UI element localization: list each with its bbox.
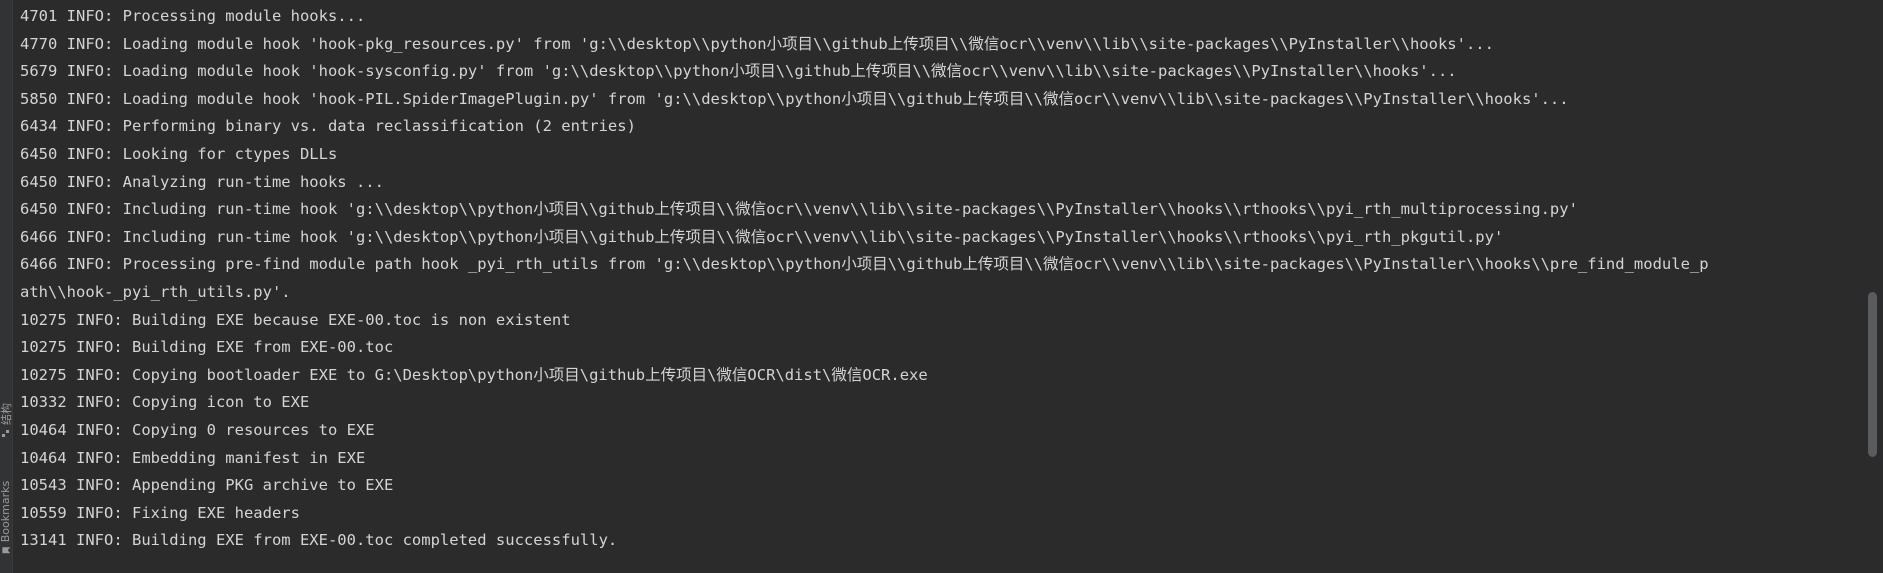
console-line: 13141 INFO: Building EXE from EXE-00.toc…: [20, 531, 618, 550]
console-output[interactable]: 4701 INFO: Processing module hooks... 477…: [20, 3, 1863, 568]
console-line: 10559 INFO: Fixing EXE headers: [20, 503, 300, 522]
console-line: 4701 INFO: Processing module hooks...: [20, 7, 366, 25]
ide-window: 结构 Bookmarks 4701 INFO: Processing modul…: [0, 0, 1883, 573]
console-line: 6450 INFO: Including run-time hook 'g:\\…: [20, 200, 1578, 219]
structure-tool-tab[interactable]: 结构: [0, 390, 13, 450]
structure-tab-label: 结构: [0, 403, 13, 425]
console-line: 6450 INFO: Looking for ctypes DLLs: [20, 144, 338, 163]
console-line: 6466 INFO: Including run-time hook 'g:\\…: [20, 227, 1504, 246]
console-line: 10275 INFO: Building EXE because EXE-00.…: [20, 310, 571, 329]
console-line: 10275 INFO: Building EXE from EXE-00.toc: [20, 338, 394, 357]
console-line: 6434 INFO: Performing binary vs. data re…: [20, 117, 636, 136]
console-line: 5679 INFO: Loading module hook 'hook-sys…: [20, 62, 1457, 81]
console-line: 10275 INFO: Copying bootloader EXE to G:…: [20, 365, 928, 384]
console-line: 5850 INFO: Loading module hook 'hook-PIL…: [20, 89, 1569, 108]
console-line: 4770 INFO: Loading module hook 'hook-pkg…: [20, 34, 1494, 53]
console-line: 6450 INFO: Analyzing run-time hooks ...: [20, 172, 384, 191]
console-line: 6466 INFO: Processing pre-find module pa…: [20, 255, 1709, 274]
left-tool-strip: 结构 Bookmarks: [0, 0, 13, 573]
console-line: 10543 INFO: Appending PKG archive to EXE: [20, 476, 394, 495]
console-line: 10464 INFO: Copying 0 resources to EXE: [20, 420, 375, 439]
structure-icon: [2, 430, 9, 437]
console-line: ath\\hook-_pyi_rth_utils.py'.: [20, 282, 291, 301]
console-line: 10332 INFO: Copying icon to EXE: [20, 393, 310, 412]
bookmark-icon: [2, 547, 10, 554]
bookmarks-tool-tab[interactable]: Bookmarks: [0, 470, 13, 565]
console-line: 10464 INFO: Embedding manifest in EXE: [20, 448, 366, 467]
scrollbar-thumb[interactable]: [1868, 292, 1877, 457]
bookmarks-tab-label: Bookmarks: [0, 480, 13, 543]
vertical-scrollbar[interactable]: [1868, 0, 1877, 573]
